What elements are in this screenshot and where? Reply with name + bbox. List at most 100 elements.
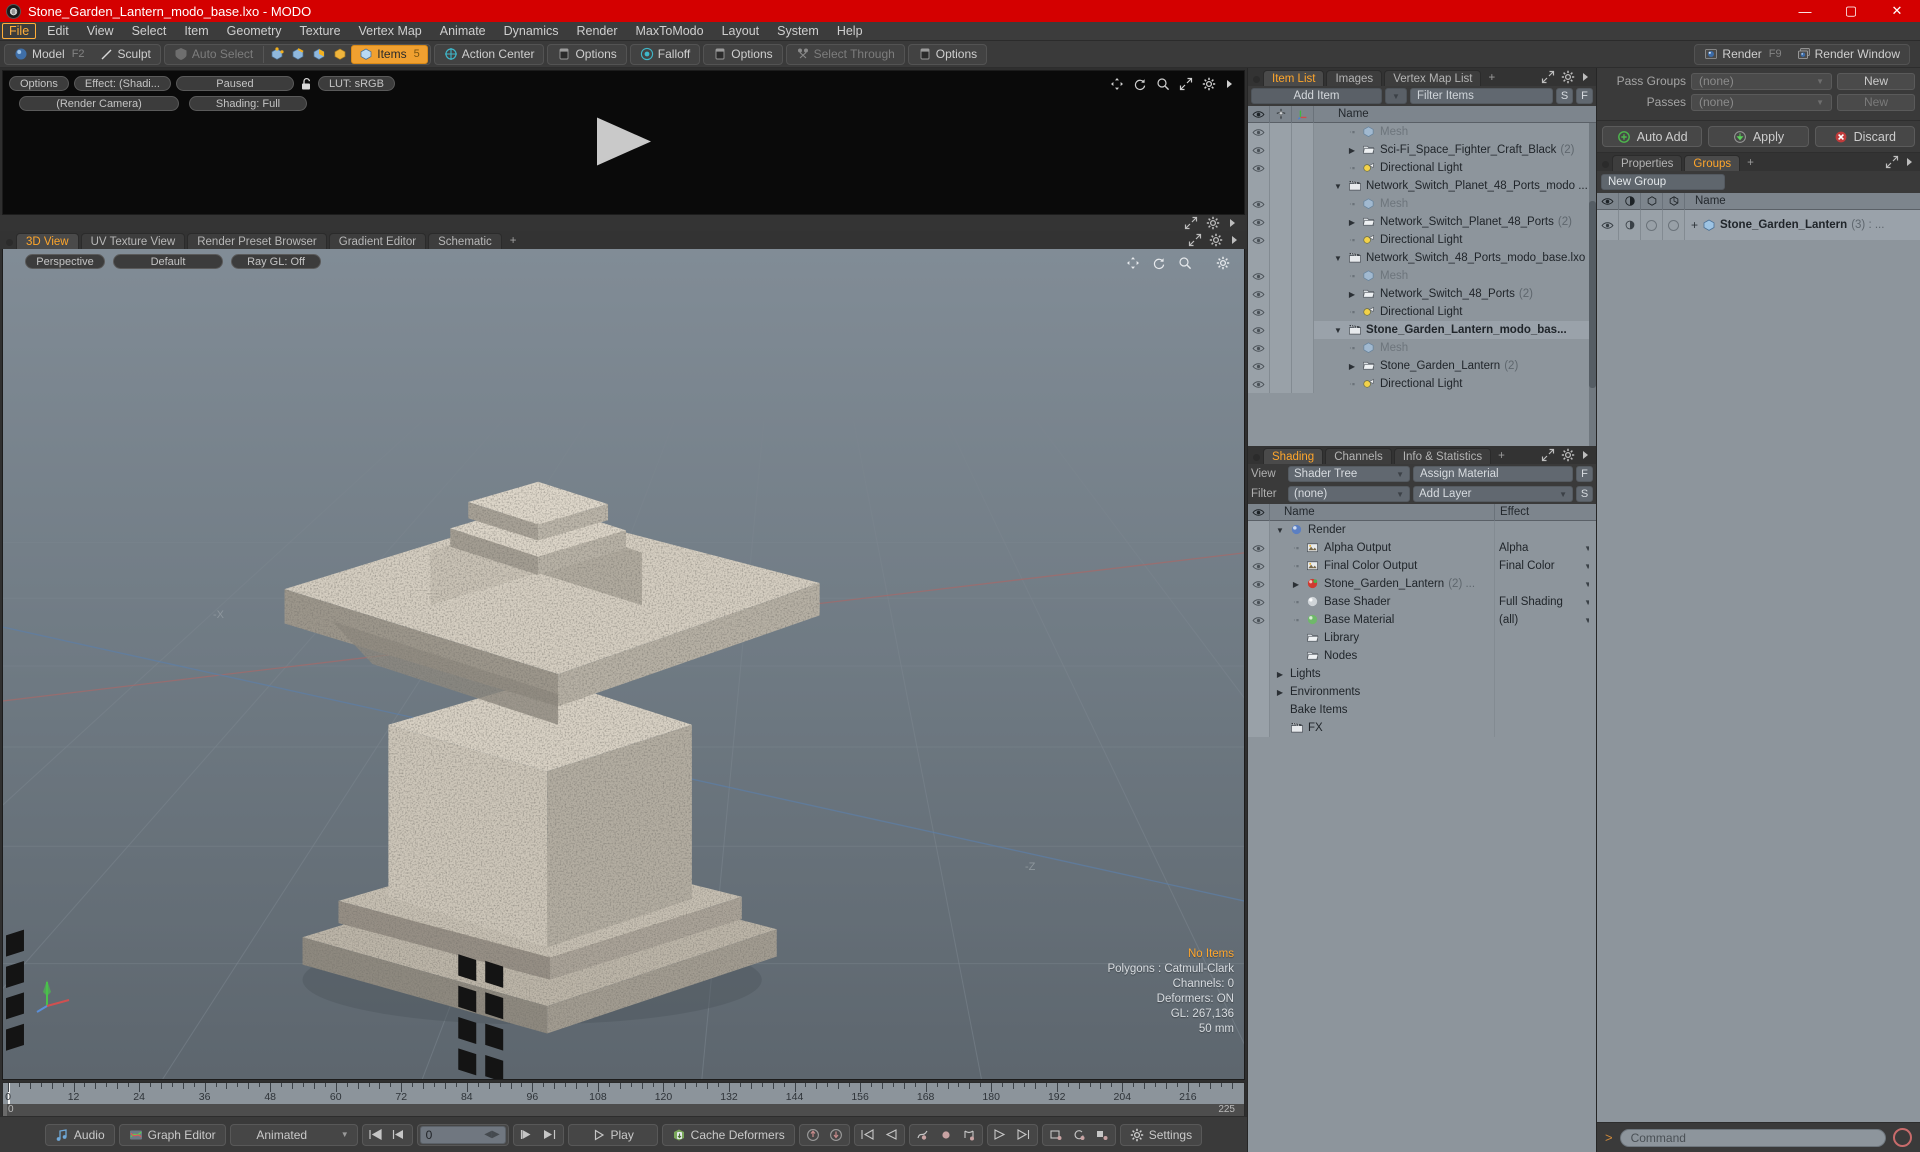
axis-cell[interactable]	[1292, 285, 1314, 303]
model-mode-button[interactable]: Model F2	[7, 45, 92, 64]
render-button[interactable]: Render F9	[1697, 45, 1788, 64]
shading-row[interactable]: ⋅▪ Base Shader Full Shading▼	[1248, 593, 1596, 611]
viewport-raygl-button[interactable]: Ray GL: Off	[231, 254, 321, 269]
discard-button[interactable]: Discard	[1814, 126, 1915, 147]
group-shading-toggle[interactable]	[1619, 210, 1641, 240]
visibility-toggle[interactable]	[1248, 303, 1270, 321]
lock-cell[interactable]	[1270, 159, 1292, 177]
collapse-triangle-icon[interactable]: ▼	[1274, 526, 1286, 535]
visibility-toggle[interactable]	[1248, 683, 1270, 701]
expand-icon[interactable]	[1541, 448, 1555, 462]
first-key-button[interactable]	[857, 1126, 879, 1144]
menu-view[interactable]: View	[78, 22, 123, 40]
lock-cell[interactable]	[1270, 249, 1292, 267]
visibility-toggle[interactable]	[1248, 611, 1270, 629]
menu-layout[interactable]: Layout	[713, 22, 769, 40]
axis-cell[interactable]	[1292, 375, 1314, 393]
shading-row[interactable]: Nodes	[1248, 647, 1596, 665]
item-list-row[interactable]: ▼ Network_Switch_Planet_48_Ports_modo ...	[1248, 177, 1596, 195]
polygon-mode-button[interactable]	[309, 45, 329, 64]
tab-images[interactable]: Images	[1326, 70, 1383, 86]
item-list-row[interactable]: ⋅▪ Directional Light	[1248, 303, 1596, 321]
menu-vertex-map[interactable]: Vertex Map	[350, 22, 431, 40]
menu-dynamics[interactable]: Dynamics	[495, 22, 568, 40]
shading-row[interactable]: ⋅▪ Final Color Output Final Color▼	[1248, 557, 1596, 575]
sculpt-mode-button[interactable]: Sculpt	[93, 45, 158, 64]
shading-list-scrollbar[interactable]	[1589, 521, 1596, 1152]
tab-groups[interactable]: Groups	[1684, 155, 1741, 171]
add-key-curve-button[interactable]	[912, 1126, 934, 1144]
menu-help[interactable]: Help	[828, 22, 872, 40]
new-group-button[interactable]: New Group	[1601, 174, 1725, 190]
visibility-toggle[interactable]	[1248, 231, 1270, 249]
axis-cell[interactable]	[1292, 213, 1314, 231]
pan-icon[interactable]	[1110, 77, 1124, 91]
layer-effect-dropdown[interactable]	[1494, 629, 1596, 647]
add-layer-dropdown[interactable]: Add Layer ▼	[1413, 486, 1573, 502]
expand-triangle-icon[interactable]: ▶	[1346, 362, 1358, 371]
material-mode-button[interactable]	[330, 45, 350, 64]
menu-arrow-icon[interactable]	[1905, 155, 1914, 169]
viewport-preset-button[interactable]: Default	[113, 254, 223, 269]
gear-icon[interactable]	[1202, 77, 1216, 91]
rotate-icon[interactable]	[1152, 256, 1166, 270]
go-to-end-button[interactable]	[539, 1126, 561, 1144]
layer-effect-dropdown[interactable]: Alpha▼	[1494, 539, 1596, 557]
visibility-toggle[interactable]	[1248, 719, 1270, 737]
shading-filter-dropdown[interactable]: (none) ▼	[1288, 486, 1410, 502]
falloff-button[interactable]: Falloff	[633, 45, 697, 64]
axis-cell[interactable]	[1292, 357, 1314, 375]
expand-triangle-icon[interactable]: ▶	[1274, 688, 1286, 697]
menu-edit[interactable]: Edit	[38, 22, 78, 40]
visibility-toggle[interactable]	[1248, 665, 1270, 683]
group-wireframe-checkbox[interactable]	[1641, 210, 1663, 240]
shading-row[interactable]: ▶ Stone_Garden_Lantern(2) ... ▼	[1248, 575, 1596, 593]
item-list-row[interactable]: ⋅▪ Directional Light	[1248, 159, 1596, 177]
add-tab-button[interactable]: +	[1483, 70, 1500, 86]
expand-triangle-icon[interactable]: ▶	[1346, 146, 1358, 155]
previous-frame-button[interactable]	[388, 1126, 410, 1144]
item-list-row[interactable]: ▶ Network_Switch_48_Ports (2)	[1248, 285, 1596, 303]
unlock-icon[interactable]	[299, 77, 313, 91]
maximize-button[interactable]: ▢	[1828, 0, 1874, 22]
expand-icon[interactable]	[1885, 155, 1899, 169]
scrollbar-thumb[interactable]	[1589, 200, 1596, 388]
layer-effect-dropdown[interactable]: (all)▼	[1494, 611, 1596, 629]
shader-tree-dropdown[interactable]: Shader Tree ▼	[1288, 466, 1410, 482]
expand-triangle-icon[interactable]: ▶	[1274, 670, 1286, 679]
expand-plus-icon[interactable]: +	[1691, 218, 1698, 232]
3d-viewport[interactable]: -X -Z Perspective Default Ray GL: Off No…	[2, 249, 1245, 1080]
pass-groups-dropdown[interactable]: (none) ▼	[1691, 72, 1832, 90]
action-center-options-button[interactable]: Options	[550, 45, 623, 64]
preview-effect-button[interactable]: Effect: (Shadi...	[73, 76, 171, 91]
key-mode-3-button[interactable]	[1091, 1126, 1113, 1144]
audio-button[interactable]: Audio	[44, 1123, 115, 1146]
visibility-toggle[interactable]	[1248, 647, 1270, 665]
tab-info-statistics[interactable]: Info & Statistics	[1393, 448, 1492, 464]
shading-f-button[interactable]: F	[1576, 466, 1593, 482]
tab-channels[interactable]: Channels	[1325, 448, 1392, 464]
passes-dropdown[interactable]: (none) ▼	[1691, 93, 1832, 111]
filter-items-input[interactable]: Filter Items	[1410, 88, 1553, 104]
gear-icon[interactable]	[1209, 233, 1223, 247]
item-list-row[interactable]: ▶ Stone_Garden_Lantern (2)	[1248, 357, 1596, 375]
current-frame-input[interactable]: 0 ◀▶	[419, 1125, 506, 1144]
animated-dropdown[interactable]: Animated ▼	[229, 1123, 358, 1146]
lock-cell[interactable]	[1270, 303, 1292, 321]
zoom-icon[interactable]	[1156, 77, 1170, 91]
layer-effect-dropdown[interactable]: ▼	[1494, 575, 1596, 593]
render-window-button[interactable]: Render Window	[1790, 45, 1907, 64]
expand-icon[interactable]	[1184, 216, 1198, 230]
auto-add-button[interactable]: Auto Add	[1602, 126, 1703, 147]
tab-uv-texture-view[interactable]: UV Texture View	[80, 233, 186, 249]
visibility-toggle[interactable]	[1248, 339, 1270, 357]
visibility-toggle[interactable]	[1248, 123, 1270, 141]
key-mode-2-button[interactable]	[1068, 1126, 1090, 1144]
add-tab-button[interactable]: +	[1493, 448, 1510, 464]
zoom-icon[interactable]	[1178, 256, 1192, 270]
group-solid-checkbox[interactable]	[1663, 210, 1685, 240]
visibility-toggle[interactable]	[1248, 285, 1270, 303]
filter-s-button[interactable]: S	[1556, 88, 1573, 104]
viewport-perspective-button[interactable]: Perspective	[25, 254, 105, 269]
stone-garden-lantern-model[interactable]	[3, 249, 1244, 1079]
